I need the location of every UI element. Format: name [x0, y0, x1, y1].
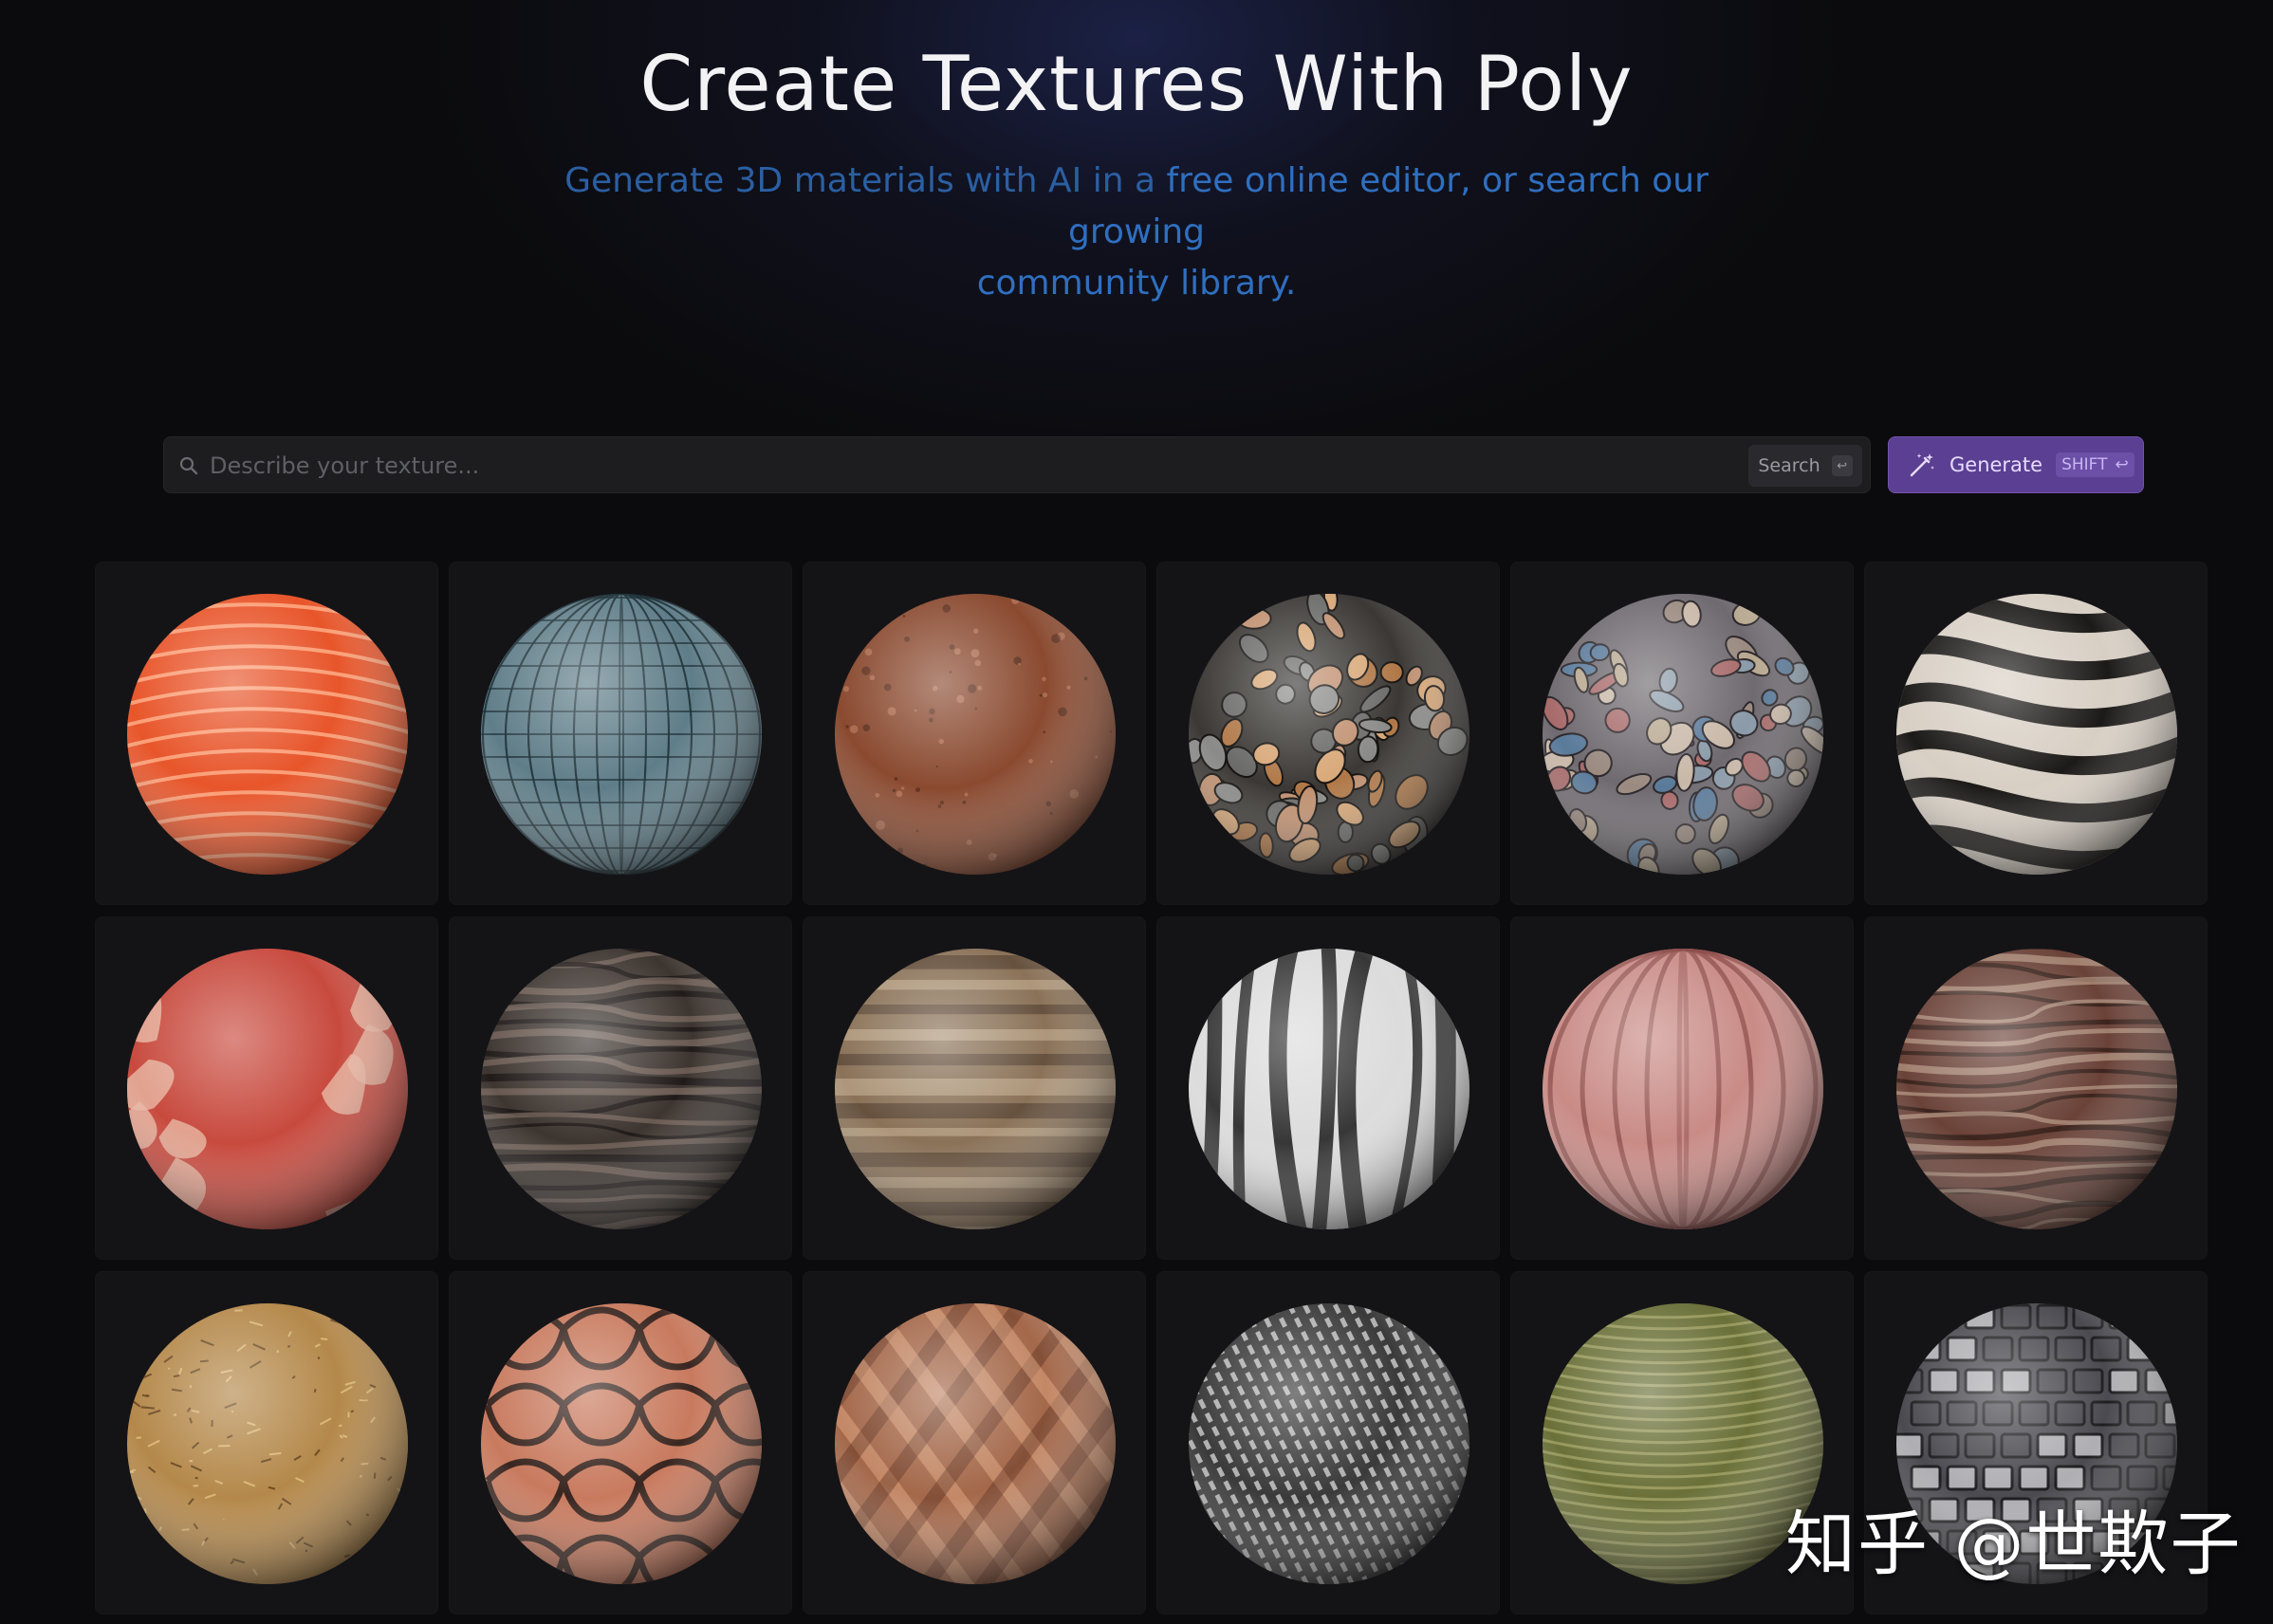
- material-card[interactable]: [1156, 1271, 1500, 1615]
- page-title: Create Textures With Poly: [639, 40, 1634, 128]
- material-sphere-image: [1896, 949, 2177, 1229]
- material-sphere-image: [127, 1303, 408, 1584]
- material-card[interactable]: [1156, 916, 1500, 1260]
- search-icon: [179, 456, 198, 475]
- enter-key-hint: ↩: [1831, 455, 1853, 476]
- search-input[interactable]: [210, 445, 1471, 487]
- material-sphere-image: [835, 594, 1116, 875]
- material-sphere-image: [1189, 1303, 1469, 1584]
- generate-shortcut: SHIFT ↩: [2056, 452, 2134, 477]
- hero-subtitle: Generate 3D materials with AI in a free …: [531, 156, 1742, 309]
- material-sphere-image: [1189, 949, 1469, 1229]
- material-sphere-image: [127, 949, 408, 1229]
- material-card[interactable]: [803, 916, 1146, 1260]
- search-bar: Search ↩: [163, 436, 1871, 493]
- material-sphere-image: [1189, 594, 1469, 875]
- search-button[interactable]: Search ↩: [1748, 445, 1862, 487]
- material-sphere-image: [1543, 949, 1823, 1229]
- material-card[interactable]: [1156, 562, 1500, 905]
- material-sphere-image: [835, 949, 1116, 1229]
- material-card[interactable]: [95, 1271, 438, 1615]
- material-card[interactable]: [803, 1271, 1146, 1615]
- search-button-label: Search: [1758, 455, 1820, 476]
- magic-wand-icon: [1910, 453, 1934, 477]
- material-sphere-image: [481, 1303, 762, 1584]
- subtitle-line2: community library.: [976, 264, 1297, 303]
- material-card[interactable]: [95, 916, 438, 1260]
- generate-button-label: Generate: [1950, 453, 2043, 476]
- material-sphere-image: [835, 1303, 1116, 1584]
- subtitle-text: Generate 3D materials with AI in a: [564, 161, 1167, 200]
- material-card[interactable]: [449, 1271, 792, 1615]
- material-card[interactable]: [1510, 916, 1854, 1260]
- material-sphere-image: [1543, 594, 1823, 875]
- page: Create Textures With Poly Generate 3D ma…: [0, 0, 2273, 1624]
- material-card[interactable]: [1864, 916, 2208, 1260]
- material-sphere-image: [481, 949, 762, 1229]
- material-card[interactable]: [449, 916, 792, 1260]
- enter-key-label: ↩: [2115, 455, 2129, 474]
- material-card[interactable]: [1510, 562, 1854, 905]
- material-grid: [95, 562, 2212, 1615]
- watermark: 知乎 @世欺子: [1785, 1504, 2243, 1585]
- material-card[interactable]: [449, 562, 792, 905]
- generate-button[interactable]: Generate SHIFT ↩: [1888, 436, 2144, 493]
- material-card[interactable]: [1864, 562, 2208, 905]
- material-sphere-image: [481, 594, 762, 875]
- material-card[interactable]: [95, 562, 438, 905]
- material-sphere-image: [127, 594, 408, 875]
- material-sphere-image: [1896, 594, 2177, 875]
- shift-key-label: SHIFT: [2061, 455, 2108, 474]
- material-card[interactable]: [803, 562, 1146, 905]
